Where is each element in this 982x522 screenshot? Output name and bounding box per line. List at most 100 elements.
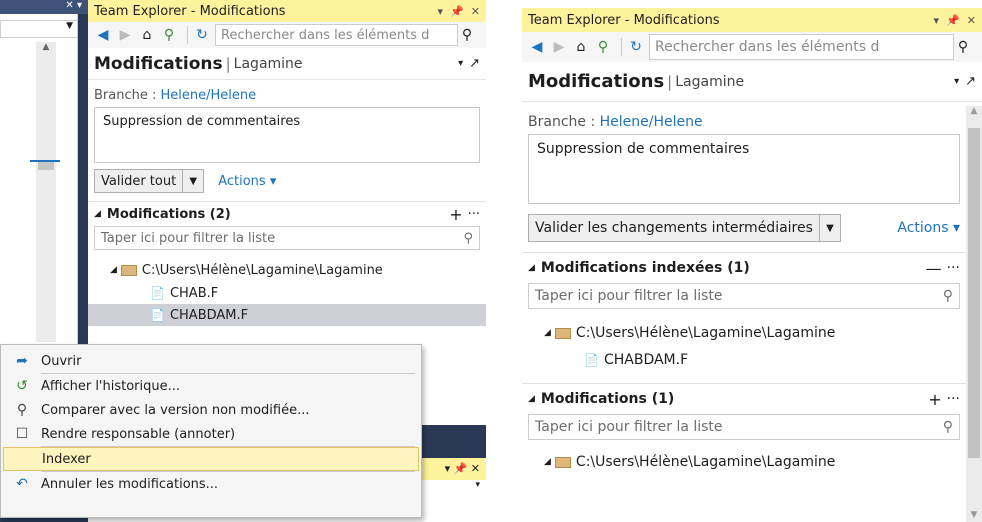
scroll-up-icon[interactable]: ▲ xyxy=(966,106,982,116)
commit-message-text: Suppression de commentaires xyxy=(537,141,750,157)
toolbar-separator xyxy=(187,26,188,44)
plus-icon[interactable]: + xyxy=(928,390,941,409)
header-dropdown-icon[interactable]: ▾ xyxy=(954,76,959,87)
folder-path: C:\Users\Hélène\Lagamine\Lagamine xyxy=(575,325,836,341)
folder-row[interactable]: ◢ C:\Users\Hélène\Lagamine\Lagamine xyxy=(522,448,966,476)
editor-dropdown[interactable]: ▼ xyxy=(0,20,78,38)
refresh-icon[interactable]: ↻ xyxy=(627,38,645,56)
changes-section-header[interactable]: ◢ Modifications (1) + ··· xyxy=(522,384,966,414)
search-icon[interactable]: ⚲ xyxy=(943,419,953,435)
left-top-tab: ✕ ▾ xyxy=(0,0,88,14)
dropdown-icon[interactable]: ▾ xyxy=(934,14,940,27)
changes-section-header[interactable]: ◢ Modifications (2) + ··· xyxy=(88,202,486,226)
search-icon[interactable]: ⚲ xyxy=(943,288,953,304)
commit-row: Valider tout ▼ Actions ▾ xyxy=(88,163,486,199)
forward-icon[interactable]: ▶ xyxy=(550,38,568,56)
collapse-triangle-icon[interactable]: ◢ xyxy=(528,394,535,404)
filter-input[interactable]: Taper ici pour filtrer la liste ⚲ xyxy=(94,226,480,250)
actions-menu[interactable]: Actions ▾ xyxy=(218,174,276,189)
scroll-up-icon[interactable]: ▲ xyxy=(36,42,56,52)
file-row[interactable]: 📄 CHAB.F xyxy=(88,282,486,304)
more-icon[interactable]: ··· xyxy=(947,391,960,407)
close-icon[interactable]: ✕ xyxy=(967,14,976,27)
back-icon[interactable]: ◀ xyxy=(94,26,112,44)
pin-icon[interactable]: 📌 xyxy=(450,5,464,18)
folder-row[interactable]: ◢ C:\Users\Hélène\Lagamine\Lagamine xyxy=(522,319,966,347)
actions-label: Actions xyxy=(897,220,949,236)
pin-icon[interactable]: 📌 xyxy=(946,14,960,27)
search-icon[interactable]: ⚲ xyxy=(458,26,476,44)
expand-triangle-icon[interactable]: ◢ xyxy=(110,265,117,275)
more-icon[interactable]: ··· xyxy=(947,260,960,276)
commit-all-button[interactable]: Valider tout ▼ xyxy=(94,169,205,193)
expand-triangle-icon[interactable]: ◢ xyxy=(544,328,551,338)
file-name: CHAB.F xyxy=(169,285,219,301)
title-text: Team Explorer - Modifications xyxy=(94,3,286,19)
repo-name: Lagamine xyxy=(233,55,303,72)
search-icon[interactable]: ⚲ xyxy=(463,231,473,246)
commit-message-box[interactable]: Suppression de commentaires xyxy=(94,107,480,163)
actions-menu[interactable]: Actions ▾ xyxy=(897,220,960,236)
chevron-down-icon[interactable]: ▼ xyxy=(183,176,203,187)
collapse-triangle-icon[interactable]: ◢ xyxy=(94,209,101,219)
filter-input[interactable]: Taper ici pour filtrer la liste ⚲ xyxy=(528,283,960,309)
changes-section-title: Modifications (1) xyxy=(540,391,675,407)
commit-message-text: Suppression de commentaires xyxy=(103,114,301,129)
home-icon[interactable]: ⌂ xyxy=(572,38,590,56)
undock-icon[interactable]: ↗ xyxy=(469,56,480,71)
chevron-down-icon[interactable]: ▼ xyxy=(820,223,840,234)
toolbar: ◀ ▶ ⌂ ⚲ ↻ Rechercher dans les éléments d… xyxy=(88,22,486,48)
collapse-triangle-icon[interactable]: ◢ xyxy=(528,263,535,273)
close-icon[interactable]: ✕ xyxy=(471,5,480,18)
right-scrollbar[interactable]: ▲ ▼ xyxy=(966,106,982,522)
branch-link[interactable]: Helene/Helene xyxy=(161,88,257,103)
menu-item-label: Afficher l'historique... xyxy=(41,378,181,394)
open-icon: ➦ xyxy=(16,353,28,369)
minus-icon[interactable]: — xyxy=(926,259,942,278)
title-bar: Team Explorer - Modifications ▾ 📌 ✕ xyxy=(522,8,982,32)
filter-input[interactable]: Taper ici pour filtrer la liste ⚲ xyxy=(528,414,960,440)
staged-section-header[interactable]: ◢ Modifications indexées (1) — ··· xyxy=(522,253,966,283)
history-icon: ↺ xyxy=(16,378,28,394)
header-dropdown-icon[interactable]: ▾ xyxy=(458,58,463,69)
connect-icon[interactable]: ⚲ xyxy=(594,38,612,56)
filter-placeholder: Taper ici pour filtrer la liste xyxy=(101,230,276,246)
menu-item-stage[interactable]: Indexer xyxy=(3,447,419,471)
menu-item-label: Indexer xyxy=(42,451,91,467)
search-input[interactable]: Rechercher dans les éléments d xyxy=(215,24,458,46)
menu-item-history[interactable]: ↺ Afficher l'historique... xyxy=(3,374,419,398)
commit-staged-button[interactable]: Valider les changements intermédiaires ▼ xyxy=(528,214,841,242)
file-row-selected[interactable]: 📄 CHABDAM.F xyxy=(88,304,486,326)
connect-icon[interactable]: ⚲ xyxy=(160,26,178,44)
home-icon[interactable]: ⌂ xyxy=(138,26,156,44)
more-icon[interactable]: ··· xyxy=(468,207,480,222)
dropdown-icon[interactable]: ▾ xyxy=(438,5,444,18)
commit-message-box[interactable]: Suppression de commentaires xyxy=(528,134,960,204)
branch-link[interactable]: Helene/Helene xyxy=(600,114,703,130)
menu-item-open[interactable]: ➦ Ouvrir xyxy=(3,349,419,373)
folder-row[interactable]: ◢ C:\Users\Hélène\Lagamine\Lagamine xyxy=(88,258,486,282)
menu-item-compare[interactable]: ⚲ Comparer avec la version non modifiée.… xyxy=(3,398,419,422)
back-icon[interactable]: ◀ xyxy=(528,38,546,56)
comment-icon: ☐ xyxy=(15,426,29,442)
file-name: CHABDAM.F xyxy=(169,307,249,323)
undock-icon[interactable]: ↗ xyxy=(965,74,976,89)
scroll-down-icon[interactable]: ▼ xyxy=(966,510,982,520)
search-icon[interactable]: ⚲ xyxy=(954,38,972,56)
refresh-icon[interactable]: ↻ xyxy=(193,26,211,44)
editor-scrollbar[interactable]: ▲ xyxy=(36,42,56,342)
fortran-file-icon: 📄 xyxy=(584,353,599,367)
forward-icon[interactable]: ▶ xyxy=(116,26,134,44)
plus-icon[interactable]: + xyxy=(449,205,462,224)
menu-item-undo[interactable]: ↶ Annuler les modifications... xyxy=(3,472,419,496)
file-name: CHABDAM.F xyxy=(603,352,689,368)
compare-icon: ⚲ xyxy=(16,402,28,418)
page-header: Modifications | Lagamine ▾ ↗ xyxy=(522,62,982,102)
search-input[interactable]: Rechercher dans les éléments d xyxy=(649,34,954,60)
folder-icon xyxy=(554,456,571,468)
scroll-thumb[interactable] xyxy=(968,128,980,458)
search-placeholder: Rechercher dans les éléments d xyxy=(221,27,430,43)
expand-triangle-icon[interactable]: ◢ xyxy=(544,457,551,467)
file-row[interactable]: 📄 CHABDAM.F xyxy=(522,347,966,373)
menu-item-annotate[interactable]: ☐ Rendre responsable (annoter) xyxy=(3,422,419,446)
